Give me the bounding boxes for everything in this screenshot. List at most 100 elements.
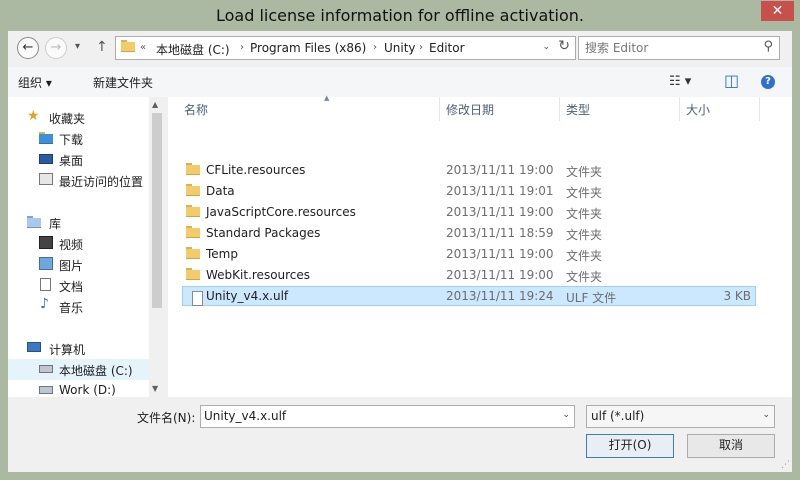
- drive-icon: [39, 365, 53, 373]
- breadcrumb-editor[interactable]: Editor: [429, 41, 465, 55]
- search-icon[interactable]: ⚲: [763, 39, 773, 54]
- table-row[interactable]: Standard Packages 2013/11/11 18:59 文件夹: [182, 223, 756, 243]
- sidebar-item-label: 文档: [59, 280, 84, 294]
- organize-button[interactable]: 组织 ▾: [18, 74, 52, 91]
- sidebar-item-videos[interactable]: 视频: [8, 233, 149, 254]
- file-type-select[interactable]: ulf (*.ulf) ⌄: [586, 405, 775, 428]
- file-name: Temp: [206, 247, 238, 261]
- file-type: 文件夹: [566, 249, 603, 263]
- chevron-down-icon[interactable]: ⌄: [562, 410, 570, 420]
- window-title: Load license information for offline act…: [215, 6, 585, 25]
- download-folder-icon: [39, 131, 53, 144]
- folder-icon: [186, 205, 200, 218]
- file-type: 文件夹: [566, 165, 603, 179]
- file-type: 文件夹: [566, 270, 603, 284]
- sidebar-item-documents[interactable]: 文档: [8, 275, 149, 296]
- file-type: 文件夹: [566, 207, 603, 221]
- scroll-down-icon[interactable]: ▼: [152, 384, 158, 393]
- column-header-size[interactable]: 大小: [680, 97, 760, 121]
- file-type: 文件夹: [566, 186, 603, 200]
- file-type: ULF 文件: [566, 291, 617, 305]
- sidebar-item-desktop[interactable]: 桌面: [8, 149, 149, 170]
- sidebar-item-label: 计算机: [49, 343, 86, 357]
- cancel-button[interactable]: 取消: [687, 434, 775, 458]
- folder-icon: [186, 226, 200, 239]
- file-name: Standard Packages: [206, 226, 321, 240]
- chevron-down-icon[interactable]: ⌄: [762, 410, 770, 420]
- file-name: WebKit.resources: [206, 268, 311, 282]
- sidebar-item-favorites[interactable]: ★ 收藏夹: [8, 107, 149, 128]
- filename-field[interactable]: Unity_v4.x.ulf: [204, 409, 286, 423]
- file-name: JavaScriptCore.resources: [206, 205, 356, 219]
- navigation-scrollbar[interactable]: ▲ ▼: [149, 97, 165, 397]
- sidebar-item-recent-places[interactable]: 最近访问的位置: [8, 170, 149, 191]
- sidebar-item-local-disk-c[interactable]: 本地磁盘 (C:): [8, 359, 149, 380]
- column-header-type[interactable]: 类型: [560, 97, 680, 121]
- refresh-icon[interactable]: ↻: [558, 38, 570, 54]
- resize-grip-icon[interactable]: ⋰: [781, 460, 790, 470]
- breadcrumb-drive[interactable]: 本地磁盘 (C:): [156, 41, 230, 58]
- table-row-selected[interactable]: Unity_v4.x.ulf 2013/11/11 19:24 ULF 文件 3…: [182, 286, 756, 306]
- folder-icon: [186, 247, 200, 260]
- breadcrumb-program-files[interactable]: Program Files (x86): [250, 41, 366, 55]
- help-icon[interactable]: ?: [761, 75, 775, 89]
- sidebar-item-label: 桌面: [59, 154, 84, 168]
- sidebar-item-music[interactable]: ♪ 音乐: [8, 296, 149, 317]
- up-button[interactable]: ↑: [96, 39, 108, 55]
- column-header-label: 名称: [184, 103, 209, 117]
- dialog-client: ← → ▾ ↑ « 本地磁盘 (C:) › Program Files (x86…: [8, 31, 792, 472]
- view-options-icon[interactable]: ☷ ▾: [669, 74, 691, 89]
- drive-icon: [39, 386, 53, 394]
- recent-places-icon: [39, 173, 53, 185]
- new-folder-button[interactable]: 新建文件夹: [93, 74, 153, 91]
- table-row[interactable]: JavaScriptCore.resources 2013/11/11 19:0…: [182, 202, 756, 222]
- sidebar-item-label: 下载: [59, 133, 84, 147]
- column-header-name[interactable]: ▲ 名称: [178, 94, 440, 121]
- close-button[interactable]: ✕: [761, 1, 794, 21]
- navigation-pane: ★ 收藏夹 下载 桌面 最近访问的位置 库 视频 图片 文档 ♪ 音乐 计算机 …: [8, 97, 165, 397]
- table-row[interactable]: CFLite.resources 2013/11/11 19:00 文件夹: [182, 160, 756, 180]
- filename-combobox[interactable]: Unity_v4.x.ulf ⌄: [200, 405, 575, 428]
- scroll-up-icon[interactable]: ▲: [152, 100, 158, 109]
- search-box[interactable]: ⚲: [578, 36, 780, 60]
- sidebar-item-libraries[interactable]: 库: [8, 212, 149, 233]
- open-button[interactable]: 打开(O): [586, 434, 674, 458]
- sidebar-item-downloads[interactable]: 下载: [8, 128, 149, 149]
- sidebar-item-work-d[interactable]: Work (D:): [8, 380, 149, 397]
- forward-button[interactable]: →: [45, 37, 67, 59]
- column-header-date[interactable]: 修改日期: [440, 97, 560, 121]
- star-icon: ★: [27, 108, 40, 124]
- chevron-right-icon[interactable]: ›: [240, 42, 244, 53]
- sidebar-item-label: 收藏夹: [49, 112, 86, 126]
- back-button[interactable]: ←: [17, 37, 39, 59]
- sidebar-item-computer[interactable]: 计算机: [8, 338, 149, 359]
- file-date: 2013/11/11 19:00: [446, 163, 554, 177]
- file-icon: [187, 290, 203, 306]
- chevron-right-icon[interactable]: ›: [419, 42, 423, 53]
- preview-pane-icon[interactable]: ◫: [724, 71, 739, 90]
- scrollbar-thumb[interactable]: [152, 113, 162, 308]
- dialog-window: Load license information for offline act…: [0, 0, 800, 480]
- table-row[interactable]: Data 2013/11/11 19:01 文件夹: [182, 181, 756, 201]
- file-date: 2013/11/11 19:00: [446, 268, 554, 282]
- file-type: 文件夹: [566, 228, 603, 242]
- file-date: 2013/11/11 19:24: [446, 289, 554, 303]
- breadcrumb-unity[interactable]: Unity: [384, 41, 416, 55]
- recent-locations-dropdown[interactable]: ▾: [75, 41, 80, 52]
- sidebar-item-label: Work (D:): [59, 383, 116, 397]
- sidebar-item-pictures[interactable]: 图片: [8, 254, 149, 275]
- file-name: Unity_v4.x.ulf: [206, 289, 289, 303]
- search-input[interactable]: [585, 40, 745, 56]
- file-name: CFLite.resources: [206, 163, 306, 177]
- table-row[interactable]: Temp 2013/11/11 19:00 文件夹: [182, 244, 756, 264]
- sidebar-item-label: 最近访问的位置: [59, 175, 144, 189]
- address-overflow-icon[interactable]: «: [140, 42, 146, 53]
- file-date: 2013/11/11 18:59: [446, 226, 554, 240]
- sidebar-item-label: 音乐: [59, 301, 84, 315]
- address-dropdown-icon[interactable]: ⌄: [542, 42, 550, 52]
- title-bar: Load license information for offline act…: [0, 0, 800, 31]
- table-row[interactable]: WebKit.resources 2013/11/11 19:00 文件夹: [182, 265, 756, 285]
- chevron-right-icon[interactable]: ›: [373, 42, 377, 53]
- file-date: 2013/11/11 19:01: [446, 184, 554, 198]
- address-bar[interactable]: « 本地磁盘 (C:) › Program Files (x86) › Unit…: [115, 36, 576, 60]
